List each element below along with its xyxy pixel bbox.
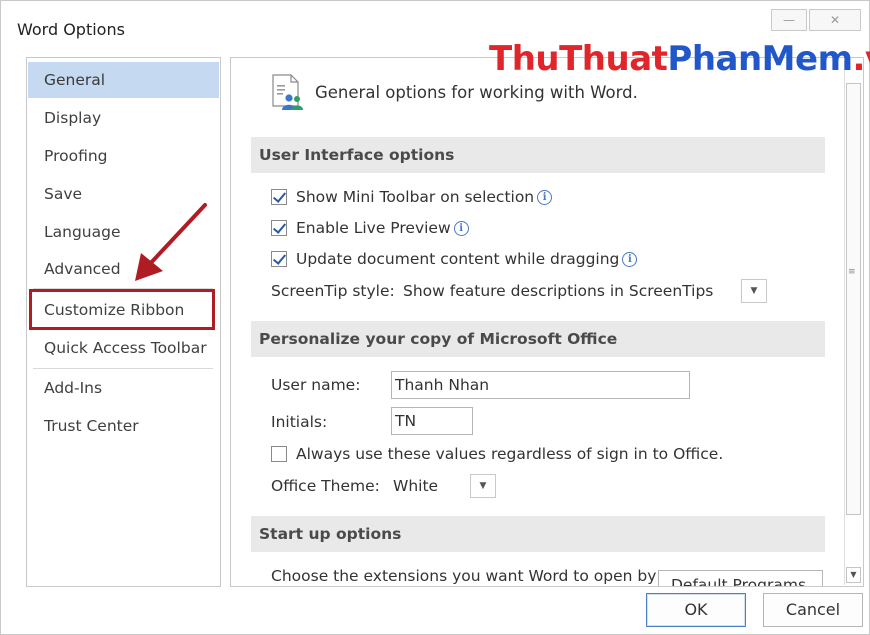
- sidebar-item-display[interactable]: Display: [28, 100, 219, 136]
- sidebar-divider: [33, 368, 213, 369]
- watermark-part2: PhanMem: [667, 39, 853, 79]
- screentip-style-select[interactable]: Show feature descriptions in ScreenTips: [403, 282, 713, 300]
- word-options-dialog: Word Options — ✕ General Display Proofin…: [0, 0, 870, 635]
- info-icon[interactable]: i: [453, 220, 469, 236]
- mini-toolbar-checkbox[interactable]: [271, 189, 287, 205]
- annotation-highlight-box: [29, 289, 215, 330]
- option-live-preview[interactable]: Enable Live Preview i: [271, 217, 469, 239]
- initials-field[interactable]: TN: [391, 407, 473, 435]
- always-use-checkbox[interactable]: [271, 446, 287, 462]
- annotation-arrow-icon: [135, 203, 207, 281]
- minimize-button[interactable]: —: [771, 9, 807, 31]
- info-icon[interactable]: i: [622, 251, 638, 267]
- sidebar-item-trust-center[interactable]: Trust Center: [28, 408, 219, 444]
- extensions-text: Choose the extensions you want Word to o…: [271, 567, 657, 585]
- sidebar-item-quick-access-toolbar[interactable]: Quick Access Toolbar: [28, 330, 219, 366]
- scrollbar-grip-icon: ≡: [848, 267, 856, 277]
- info-icon[interactable]: i: [537, 189, 553, 205]
- main-panel: General options for working with Word. U…: [230, 57, 864, 587]
- window-title: Word Options: [17, 20, 125, 39]
- office-theme-select[interactable]: White: [393, 477, 438, 495]
- cancel-button[interactable]: Cancel: [763, 593, 863, 627]
- watermark-logo: ThuThuatPhanMem.vn: [489, 39, 870, 79]
- update-dragging-checkbox[interactable]: [271, 251, 287, 267]
- ok-button[interactable]: OK: [646, 593, 746, 627]
- office-theme-label: Office Theme:: [271, 477, 380, 495]
- scroll-down-icon[interactable]: ▼: [846, 567, 861, 583]
- screentip-style-label: ScreenTip style:: [271, 282, 395, 300]
- watermark-part3: .vn: [852, 39, 870, 79]
- watermark-part1: ThuThuat: [489, 39, 668, 79]
- default-programs-button[interactable]: Default Programs...: [658, 570, 823, 586]
- section-personalize: Personalize your copy of Microsoft Offic…: [251, 321, 825, 357]
- option-mini-toolbar[interactable]: Show Mini Toolbar on selection i: [271, 186, 553, 208]
- close-button[interactable]: ✕: [809, 9, 861, 31]
- chevron-down-icon[interactable]: ▼: [470, 474, 496, 498]
- option-always-use-values[interactable]: Always use these values regardless of si…: [271, 443, 723, 465]
- always-use-label: Always use these values regardless of si…: [296, 445, 724, 463]
- initials-label: Initials:: [271, 413, 328, 431]
- mini-toolbar-label: Show Mini Toolbar on selection: [296, 188, 535, 206]
- section-startup: Start up options: [251, 516, 825, 552]
- general-header-text: General options for working with Word.: [315, 83, 638, 102]
- update-dragging-label: Update document content while dragging: [296, 250, 620, 268]
- username-field[interactable]: Thanh Nhan: [391, 371, 690, 399]
- sidebar-item-proofing[interactable]: Proofing: [28, 138, 219, 174]
- section-user-interface: User Interface options: [251, 137, 825, 173]
- general-options-icon: [272, 74, 303, 110]
- scrollbar-thumb[interactable]: [846, 83, 861, 515]
- live-preview-label: Enable Live Preview: [296, 219, 451, 237]
- vertical-scrollbar[interactable]: ≡ ▼: [844, 61, 862, 585]
- chevron-down-icon[interactable]: ▼: [741, 279, 767, 303]
- sidebar-item-general[interactable]: General: [28, 62, 219, 98]
- username-label: User name:: [271, 376, 361, 394]
- live-preview-checkbox[interactable]: [271, 220, 287, 236]
- sidebar-item-add-ins[interactable]: Add-Ins: [28, 370, 219, 406]
- option-update-while-dragging[interactable]: Update document content while dragging i: [271, 248, 638, 270]
